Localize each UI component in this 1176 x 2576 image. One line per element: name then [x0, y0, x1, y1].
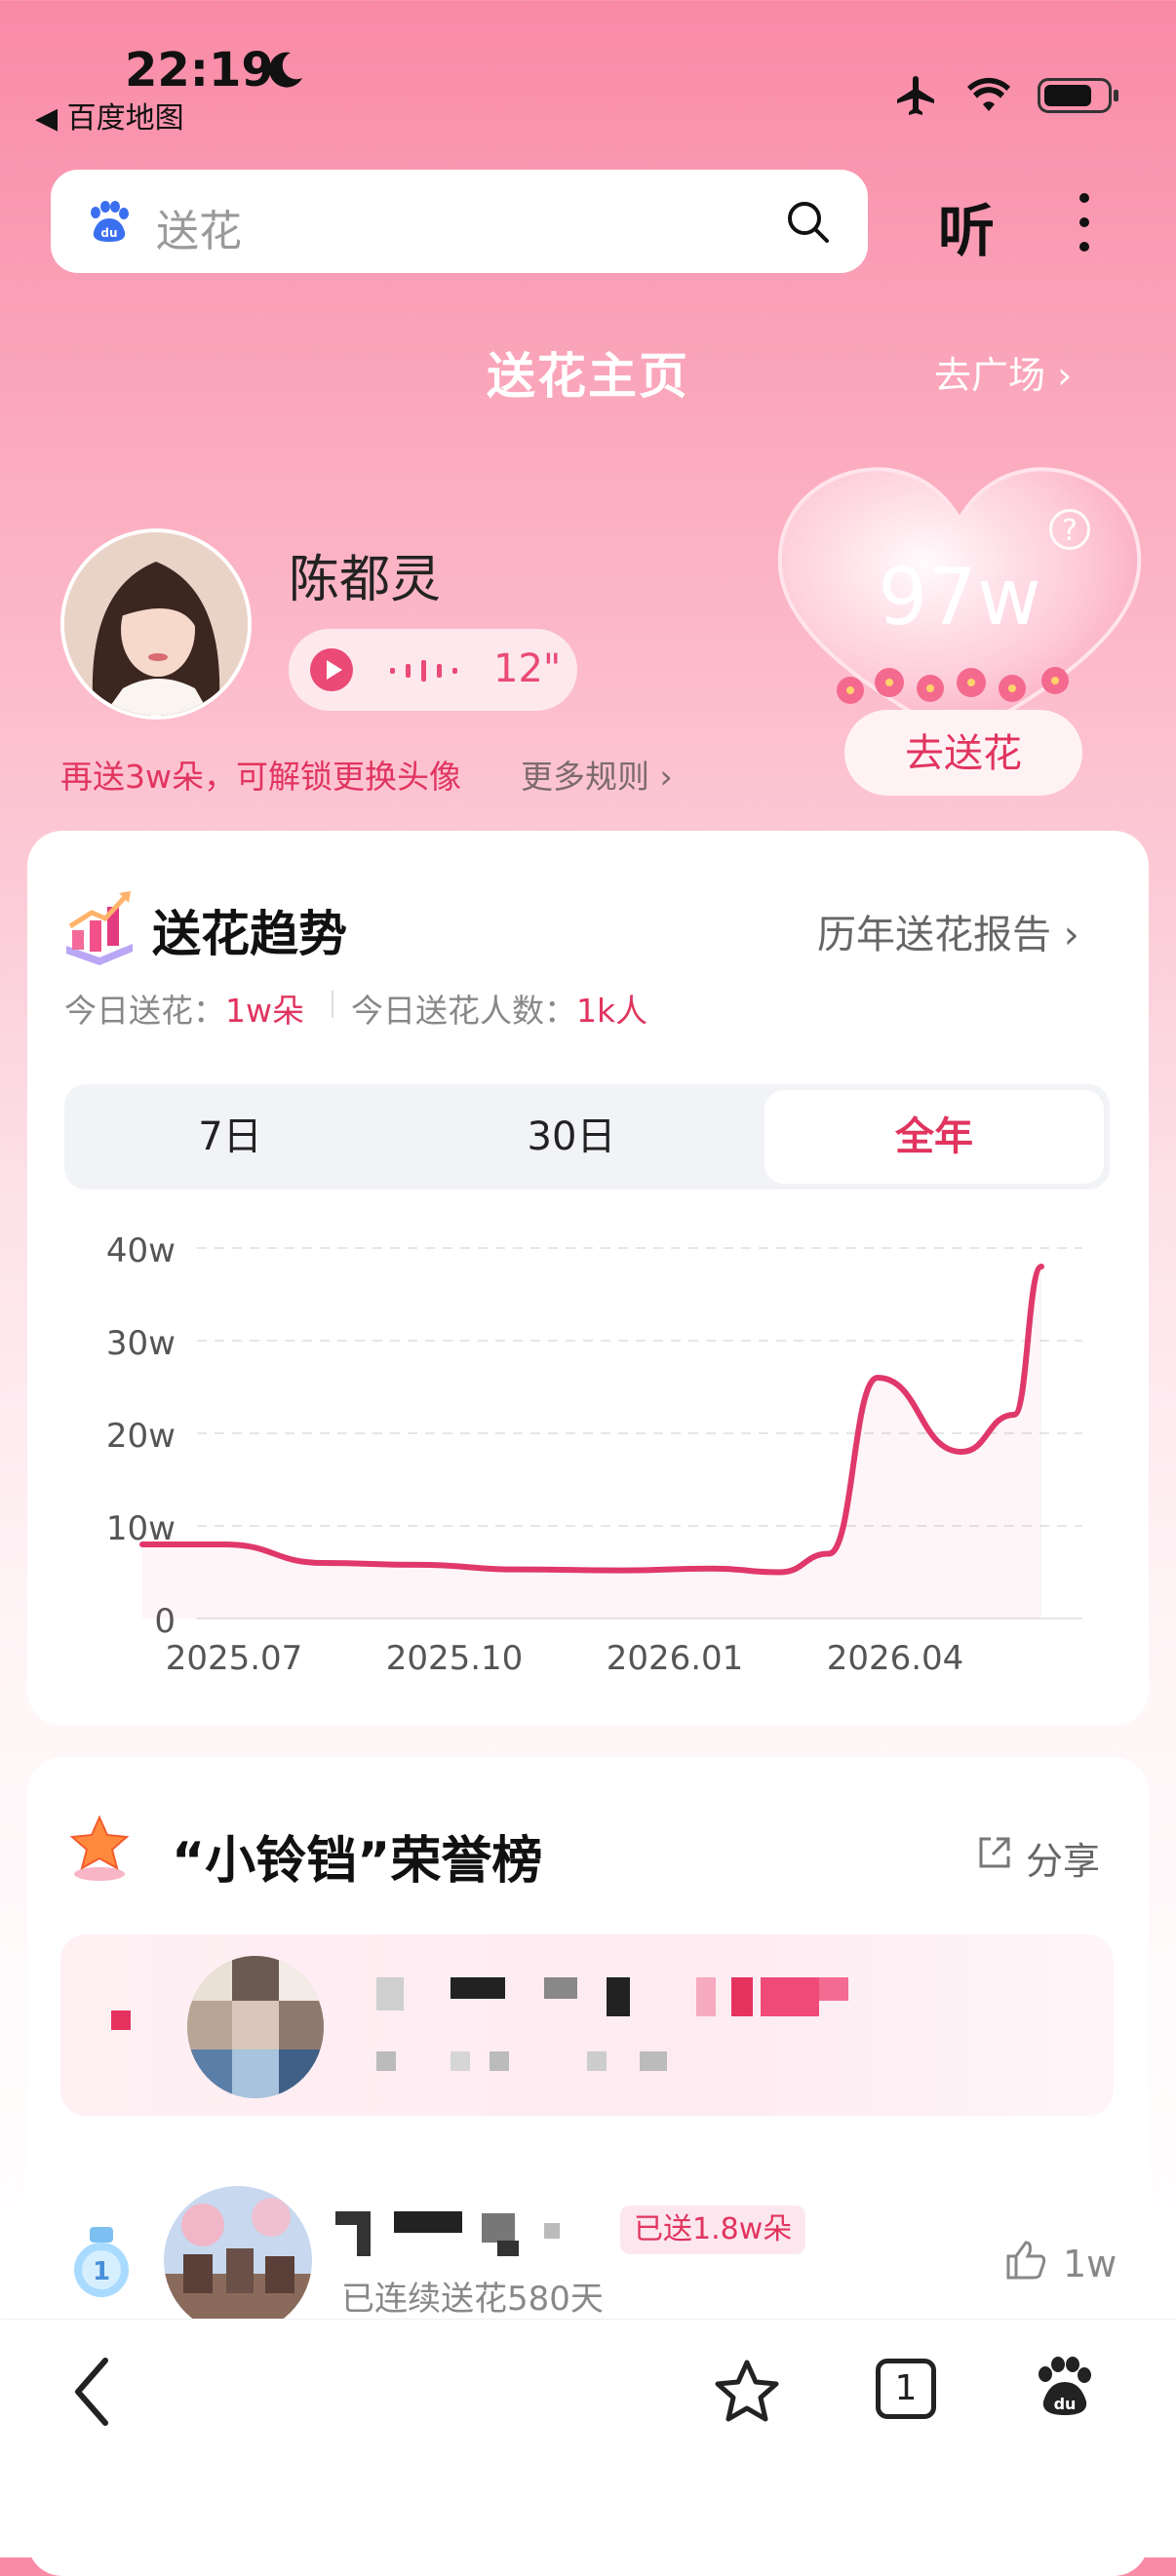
moon-icon — [269, 52, 302, 88]
rank-medal-icon: 1 — [74, 2227, 129, 2297]
tab-30d[interactable]: 30日 — [406, 1084, 737, 1190]
y-tick-label: 20w — [106, 1417, 176, 1456]
today-flowers-label: 今日送花： — [64, 992, 225, 1030]
fan-name-blurred — [335, 2202, 579, 2256]
trend-title: 送花趋势 — [152, 906, 347, 962]
x-tick-label: 2025.10 — [386, 1639, 524, 1678]
back-arrow-icon[interactable] — [68, 2353, 117, 2431]
waveform-icon — [390, 660, 457, 682]
x-tick-label: 2026.01 — [607, 1639, 744, 1678]
series-area — [142, 1267, 1041, 1619]
stat-divider — [332, 991, 333, 1018]
today-people-label: 今日送花人数： — [351, 992, 576, 1030]
today-flowers-value: 1w朵 — [225, 992, 304, 1030]
baidu-paw-icon: du — [91, 201, 129, 242]
flower-count: 97w — [878, 552, 1041, 643]
share-button[interactable]: 分享 — [1026, 1831, 1100, 1885]
unlock-tip: 再送3w朵，可解锁更换头像 — [60, 758, 461, 796]
x-tick-label: 2026.04 — [827, 1639, 964, 1678]
back-to-app-link[interactable]: ◀ 百度地图 — [35, 94, 184, 137]
listen-button[interactable]: 听 — [938, 185, 995, 267]
trend-chart-icon — [66, 891, 133, 965]
more-rules-link[interactable]: 更多规则 › — [521, 751, 673, 798]
tabs-count-button[interactable]: 1 — [876, 2359, 936, 2419]
favorite-star-icon[interactable] — [714, 2359, 780, 2423]
bottom-nav-bar: 1 du — [0, 2319, 1176, 2557]
blurred-name — [376, 1977, 404, 2010]
help-icon[interactable]: ? — [1049, 509, 1090, 550]
today-people-stat: 今日送花人数：1k人 — [351, 985, 647, 1032]
honor-title: “小铃铛”荣誉榜 — [172, 1832, 543, 1891]
voice-player[interactable]: 12" — [289, 629, 577, 711]
top-fan-row[interactable] — [60, 1934, 1114, 2116]
streak-days: 已连续送花580天 — [341, 2280, 604, 2319]
fan-avatar — [164, 2186, 312, 2334]
avatar — [60, 528, 252, 720]
share-icon[interactable] — [975, 1833, 1014, 1872]
y-tick-label: 30w — [106, 1324, 176, 1363]
tab-full-year[interactable]: 全年 — [764, 1090, 1104, 1184]
sent-count-badge: 已送1.8w朵 — [620, 2205, 806, 2254]
airplane-icon — [897, 76, 934, 115]
status-time: 22:19 — [125, 43, 274, 98]
trend-line-chart: 010w20w30w40w2025.07 2025.10 2026.01 2026.0… — [106, 1231, 1082, 1678]
send-flower-button[interactable]: 去送花 — [844, 710, 1082, 796]
today-people-value: 1k人 — [576, 992, 648, 1030]
star-name: 陈都灵 — [289, 551, 442, 609]
search-placeholder: 送花 — [156, 207, 242, 256]
star-trophy-icon — [69, 1815, 130, 1881]
voice-duration: 12" — [493, 646, 562, 691]
x-tick-label: 2025.07 — [166, 1639, 303, 1678]
thumbs-up-icon[interactable] — [1004, 2239, 1047, 2282]
annual-report-link[interactable]: 历年送花报告 › — [817, 903, 1079, 959]
today-flowers-stat: 今日送花：1w朵 — [64, 985, 304, 1032]
battery-icon — [1038, 78, 1118, 113]
wifi-icon — [967, 77, 1010, 111]
y-tick-label: 40w — [106, 1231, 176, 1270]
status-icons — [893, 72, 1118, 119]
svg-text:du: du — [1054, 2395, 1077, 2413]
like-count[interactable]: 1w — [1063, 2243, 1117, 2285]
more-menu-icon[interactable] — [1073, 190, 1096, 254]
go-plaza-link[interactable]: 去广场 › — [934, 345, 1072, 399]
search-input[interactable]: du 送花 — [51, 170, 868, 273]
rank-marker — [111, 2010, 131, 2030]
rank-number: 1 — [93, 2257, 110, 2286]
tab-7d[interactable]: 7日 — [64, 1084, 396, 1190]
baidu-home-icon[interactable]: du — [1034, 2355, 1094, 2419]
search-icon[interactable] — [784, 198, 833, 247]
svg-text:du: du — [100, 226, 117, 240]
top-fan-avatar — [187, 1956, 324, 2098]
play-icon[interactable] — [310, 648, 353, 691]
period-tabs: 7日 30日 全年 — [64, 1084, 1110, 1190]
